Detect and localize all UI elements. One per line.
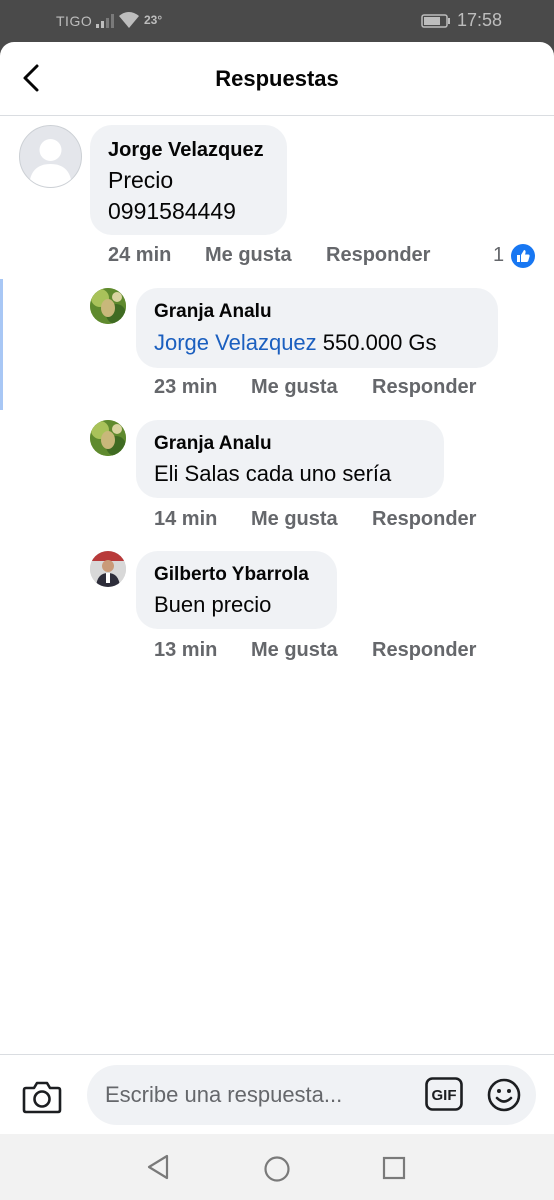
reply-composer: GIF — [0, 1054, 554, 1135]
like-button[interactable]: Me gusta — [251, 376, 338, 399]
comment-time: 24 min — [108, 244, 172, 266]
reply-actions: 13 min Me gusta Responder — [0, 639, 554, 665]
gif-label: GIF — [432, 1087, 457, 1104]
reply-text-content: 550.000 Gs — [322, 330, 437, 355]
nav-back-icon[interactable] — [145, 1154, 171, 1180]
reply-bubble: Granja Analu Jorge Velazquez 550.000 Gs — [136, 288, 498, 368]
avatar-granja-analu[interactable] — [90, 288, 126, 324]
reply-button[interactable]: Responder — [372, 639, 476, 662]
reply-input[interactable] — [105, 1065, 415, 1125]
carrier-label: TIGO — [56, 13, 93, 29]
page-title: Respuestas — [215, 66, 339, 91]
mention-link[interactable]: Jorge Velazquez — [154, 330, 317, 355]
reply-author[interactable]: Granja Analu — [154, 433, 272, 455]
avatar-default[interactable] — [19, 125, 82, 188]
like-button[interactable]: Me gusta — [251, 508, 338, 531]
emoji-icon[interactable] — [487, 1078, 521, 1112]
wifi-icon — [119, 12, 139, 28]
nav-recent-apps-icon[interactable] — [382, 1156, 406, 1180]
avatar-photo — [90, 420, 126, 456]
reaction-count[interactable]: 1 — [493, 244, 504, 267]
reply-actions: 23 min Me gusta Responder — [0, 376, 554, 402]
reply-time: 23 min — [154, 376, 218, 398]
gif-icon[interactable]: GIF — [425, 1077, 463, 1111]
avatar-photo — [90, 288, 126, 324]
system-navigation-bar — [0, 1134, 554, 1200]
nav-home-icon[interactable] — [263, 1155, 291, 1183]
replies-sheet: Respuestas Jorge Velazquez Precio 099158… — [0, 42, 554, 1200]
cellular-signal-icon — [96, 14, 114, 28]
status-bar: TIGO 23° 17:58 — [0, 0, 554, 42]
like-button[interactable]: Me gusta — [205, 244, 292, 267]
default-user-icon — [29, 139, 72, 187]
comment-text-line: 0991584449 — [108, 198, 236, 224]
reply-text: Buen precio — [154, 592, 272, 617]
like-reaction-icon[interactable] — [511, 244, 535, 268]
camera-icon[interactable] — [22, 1079, 62, 1115]
avatar-granja-analu[interactable] — [90, 420, 126, 456]
like-button[interactable]: Me gusta — [251, 639, 338, 662]
reply-button[interactable]: Responder — [372, 376, 476, 399]
reply-actions: 14 min Me gusta Responder — [0, 508, 554, 534]
clock: 17:58 — [457, 10, 503, 30]
reply-text: Jorge Velazquez 550.000 Gs — [154, 330, 437, 356]
comment-actions: 24 min Me gusta Responder 1 — [0, 244, 554, 270]
reply-author[interactable]: Granja Analu — [154, 301, 272, 323]
reply-bubble: Gilberto Ybarrola Buen precio — [136, 551, 337, 629]
comment-bubble: Jorge Velazquez Precio 0991584449 — [90, 125, 287, 235]
reply-author[interactable]: Gilberto Ybarrola — [154, 564, 309, 586]
reply-bubble: Granja Analu Eli Salas cada uno sería — [136, 420, 444, 498]
header: Respuestas — [0, 42, 554, 116]
battery-icon — [421, 14, 450, 28]
comment-text-line: Precio — [108, 167, 174, 193]
temperature-label: 23° — [144, 13, 163, 27]
avatar-gilberto-ybarrola[interactable] — [90, 551, 126, 587]
reply-time: 14 min — [154, 508, 218, 530]
comment-author[interactable]: Jorge Velazquez — [108, 139, 264, 162]
reply-button[interactable]: Responder — [372, 508, 476, 531]
reply-time: 13 min — [154, 639, 218, 661]
reply-input-container: GIF — [87, 1065, 536, 1125]
reply-text: Eli Salas cada uno sería — [154, 461, 392, 486]
avatar-photo — [90, 551, 126, 587]
reply-button[interactable]: Responder — [326, 244, 430, 267]
